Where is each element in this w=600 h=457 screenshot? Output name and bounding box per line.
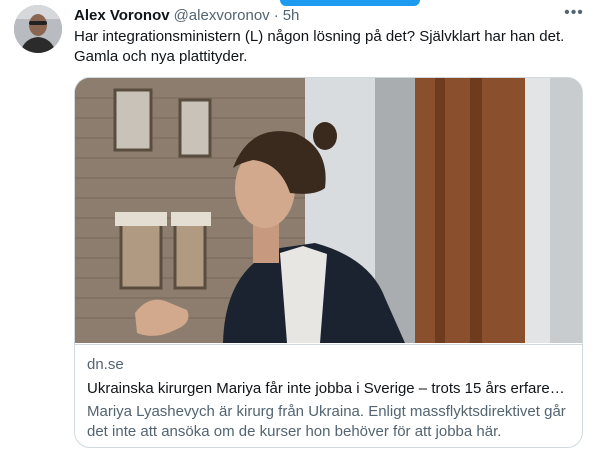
- user-handle[interactable]: @alexvoronov: [174, 7, 270, 24]
- tweet-time[interactable]: 5h: [283, 7, 300, 24]
- card-body: dn.se Ukrainska kirurgen Mariya får inte…: [75, 344, 582, 447]
- tweet-header: Alex Voronov @alexvoronov · 5h: [74, 4, 580, 26]
- avatar-image: [14, 5, 62, 53]
- card-domain: dn.se: [87, 356, 124, 373]
- card-image: [75, 78, 582, 343]
- tweet[interactable]: Alex Voronov @alexvoronov · 5h ••• Har i…: [0, 0, 600, 457]
- display-name[interactable]: Alex Voronov: [74, 7, 170, 24]
- more-horizontal-icon[interactable]: •••: [564, 4, 584, 21]
- separator-dot: ·: [273, 6, 279, 24]
- avatar[interactable]: [14, 5, 62, 53]
- card-title[interactable]: Ukrainska kirurgen Mariya får inte jobba…: [87, 379, 572, 399]
- tweet-text: Har integrationsministern (L) någon lösn…: [74, 28, 565, 65]
- card-description: Mariya Lyashevych är kirurg från Ukraina…: [87, 403, 566, 440]
- link-card[interactable]: dn.se Ukrainska kirurgen Mariya får inte…: [74, 77, 583, 448]
